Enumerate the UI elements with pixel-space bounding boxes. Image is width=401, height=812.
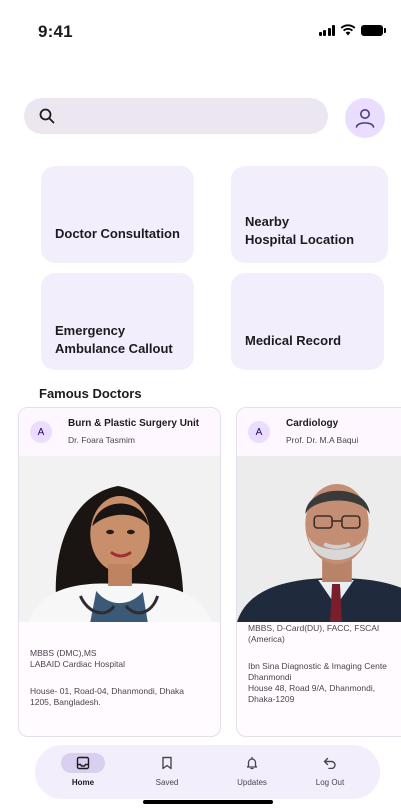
nav-item-home[interactable]: Home bbox=[53, 745, 113, 799]
doctor-hospital: Ibn Sina Diagnostic & Imaging Cente bbox=[248, 661, 387, 671]
doctor-photo bbox=[237, 456, 401, 622]
section-title: Famous Doctors bbox=[39, 386, 142, 401]
home-indicator bbox=[143, 800, 273, 804]
doctor-address-line: Dhaka-1209 bbox=[248, 694, 295, 704]
nav-icon-container bbox=[145, 753, 189, 773]
doctor-card-header: A Burn & Plastic Surgery Unit Dr. Foara … bbox=[19, 408, 220, 456]
bookmark-icon bbox=[162, 756, 172, 770]
doctor-degrees: MBBS, D-Card(DU), FACC, FSCAI bbox=[248, 623, 380, 633]
bottom-navigation: Home Saved Updates Log Out bbox=[35, 745, 380, 799]
nav-item-updates[interactable]: Updates bbox=[222, 745, 282, 799]
doctor-carousel[interactable]: A Burn & Plastic Surgery Unit Dr. Foara … bbox=[18, 407, 401, 740]
nav-item-log-out[interactable]: Log Out bbox=[300, 745, 360, 799]
doctor-hospital: Dhanmondi bbox=[248, 672, 292, 682]
nav-icon-container bbox=[308, 753, 352, 773]
doctor-card[interactable]: A Burn & Plastic Surgery Unit Dr. Foara … bbox=[18, 407, 221, 737]
profile-avatar-button[interactable] bbox=[345, 98, 385, 138]
search-icon bbox=[39, 108, 55, 124]
doctor-degrees: MBBS (DMC),MS bbox=[30, 648, 97, 658]
nav-label: Home bbox=[71, 778, 95, 787]
doctor-initial-badge: A bbox=[248, 421, 270, 443]
service-label: Medical Record bbox=[245, 333, 342, 348]
nav-icon-container bbox=[230, 753, 274, 773]
user-icon bbox=[355, 109, 375, 128]
doctor-address-line: House- 01, Road-04, Dhanmondi, Dhaka bbox=[30, 686, 185, 696]
service-label: Doctor Consultation bbox=[55, 226, 180, 241]
medical-record-card[interactable]: Medical Record bbox=[231, 273, 384, 370]
doctor-photo bbox=[19, 456, 220, 622]
undo-icon bbox=[323, 757, 336, 769]
nav-label: Updates bbox=[237, 778, 267, 787]
wifi-icon bbox=[340, 24, 356, 36]
nav-active-indicator bbox=[61, 753, 105, 773]
nav-label: Log Out bbox=[315, 778, 345, 787]
doctor-name: Dr. Foara Tasmim bbox=[68, 435, 135, 445]
doctor-address-line: 1205, Bangladesh. bbox=[30, 697, 101, 707]
status-time: 9:41 bbox=[38, 22, 73, 41]
doctor-department: Burn & Plastic Surgery Unit bbox=[68, 418, 200, 429]
inbox-icon bbox=[76, 756, 90, 770]
doctor-initial-badge: A bbox=[30, 421, 52, 443]
nav-item-saved[interactable]: Saved bbox=[137, 745, 197, 799]
bell-icon bbox=[246, 756, 258, 770]
nearby-hospital-card[interactable]: Nearby Hospital Location bbox=[231, 166, 388, 263]
status-bar: 9:41 bbox=[0, 0, 401, 60]
service-label: Emergency Ambulance Callout bbox=[55, 323, 173, 356]
service-label: Nearby Hospital Location bbox=[245, 214, 355, 247]
doctor-hospital: LABAID Cardiac Hospital bbox=[30, 659, 125, 669]
battery-icon bbox=[361, 24, 386, 36]
doctor-card-header: A Cardiology Prof. Dr. M.A Baqui bbox=[237, 408, 401, 456]
doctor-name: Prof. Dr. M.A Baqui bbox=[286, 435, 359, 445]
emergency-ambulance-card[interactable]: Emergency Ambulance Callout bbox=[41, 273, 194, 370]
signal-icon bbox=[318, 24, 335, 36]
status-icons bbox=[318, 24, 386, 36]
doctor-department: Cardiology bbox=[286, 418, 339, 429]
search-bar[interactable] bbox=[24, 98, 328, 134]
doctor-consultation-card[interactable]: Doctor Consultation bbox=[41, 166, 194, 263]
nav-label: Saved bbox=[155, 778, 179, 787]
doctor-card[interactable]: A Cardiology Prof. Dr. M.A Baqui MBBS, D… bbox=[236, 407, 401, 737]
doctor-degrees: (America) bbox=[248, 634, 285, 644]
doctor-address-line: House 48, Road 9/A, Dhanmondi, bbox=[248, 683, 376, 693]
